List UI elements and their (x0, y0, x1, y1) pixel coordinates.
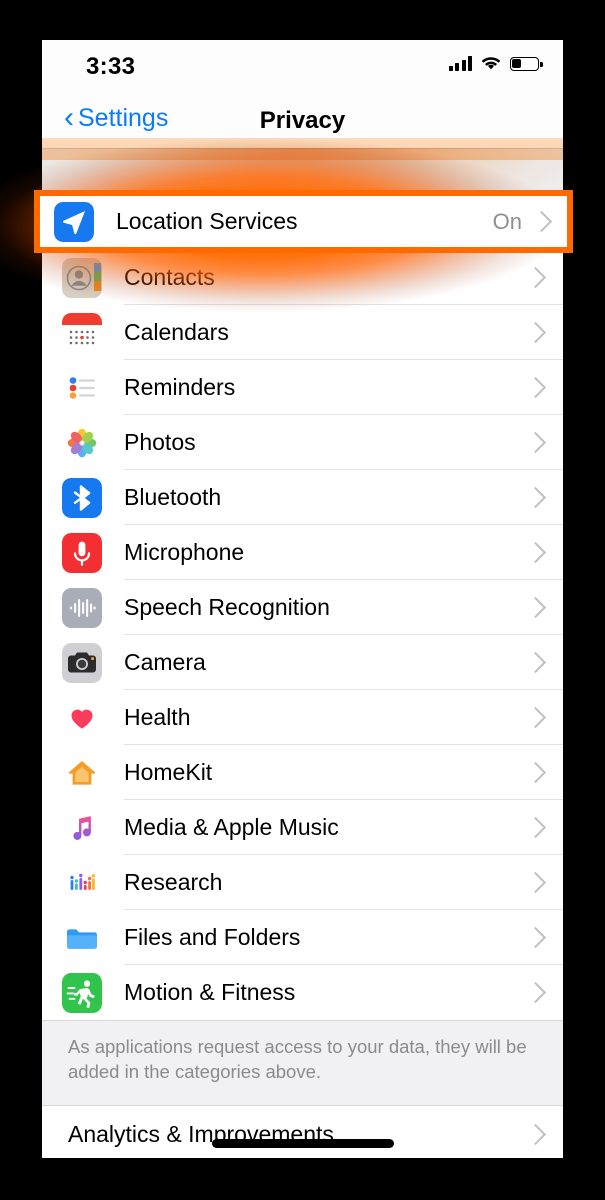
wifi-icon (481, 56, 501, 71)
list-item-label: Photos (124, 429, 196, 455)
contacts-icon (62, 257, 102, 298)
list-item-value: On (492, 208, 522, 234)
list-item-label: Speech Recognition (124, 594, 330, 620)
list-item-microphone[interactable]: Microphone (42, 525, 563, 580)
list-item-label: Bluetooth (124, 484, 222, 510)
bluetooth-icon (62, 477, 102, 518)
privacy-list: Location Services On (42, 195, 563, 1020)
list-item-contacts[interactable]: Contacts (42, 250, 563, 305)
list-item-bluetooth[interactable]: Bluetooth (42, 470, 563, 525)
list-item-media-apple-music[interactable]: Media & Apple Music (42, 800, 563, 855)
chevron-right-icon (524, 761, 547, 784)
chevron-right-icon (524, 706, 547, 729)
bar-chart-icon (62, 862, 102, 903)
list-item-files-and-folders[interactable]: Files and Folders (42, 910, 563, 965)
chevron-right-icon (524, 376, 547, 399)
house-icon (62, 752, 102, 793)
list-item-label: Calendars (124, 319, 229, 345)
status-indicators (448, 56, 543, 71)
list-item-homekit[interactable]: HomeKit (42, 745, 563, 800)
cellular-bars-icon (448, 56, 472, 71)
list-item-health[interactable]: Health (42, 690, 563, 745)
list-item-label: Location Services (116, 208, 298, 234)
list-item-research[interactable]: Research (42, 855, 563, 910)
camera-icon (62, 642, 102, 683)
chevron-right-icon (524, 651, 547, 674)
footer-note-text: As applications request access to your d… (68, 1036, 527, 1082)
nav-bar: ‹ Settings Privacy (42, 92, 563, 148)
folder-icon (62, 917, 102, 958)
list-item-reminders[interactable]: Reminders (42, 360, 563, 415)
calendar-icon (62, 312, 102, 353)
chevron-right-icon (524, 926, 547, 949)
footer-note: As applications request access to your d… (42, 1020, 563, 1105)
list-item-label: Camera (124, 649, 206, 675)
chevron-right-icon (524, 1124, 547, 1146)
status-bar: 3:33 (42, 40, 563, 92)
chevron-right-icon (524, 816, 547, 839)
running-icon (62, 972, 102, 1013)
chevron-right-icon (524, 321, 547, 344)
list-item-label: Media & Apple Music (124, 814, 339, 840)
chevron-right-icon (524, 541, 547, 564)
list-item-speech-recognition[interactable]: Speech Recognition (42, 580, 563, 635)
list-item-label: Files and Folders (124, 924, 301, 950)
list-item-location-services[interactable]: Location Services On (40, 196, 567, 247)
status-clock: 3:33 (86, 53, 136, 80)
chevron-right-icon (524, 486, 547, 509)
chevron-right-icon (524, 871, 547, 894)
section-gap (42, 148, 563, 195)
page-title: Privacy (259, 107, 346, 134)
list-item-camera[interactable]: Camera (42, 635, 563, 690)
music-note-icon (62, 807, 102, 848)
reminders-icon (62, 367, 102, 408)
list-item-label: HomeKit (124, 759, 213, 785)
list-item-label: Research (124, 869, 223, 895)
list-item-label: Health (124, 704, 191, 730)
list-item-motion-and-fitness[interactable]: Motion & Fitness (42, 965, 563, 1020)
chevron-right-icon (524, 431, 547, 454)
list-item-calendars[interactable]: Calendars (42, 305, 563, 360)
list-item-label: Contacts (124, 264, 215, 290)
chevron-right-icon (524, 596, 547, 619)
screenshot-stage: 3:33 ‹ Settings Privacy Contacts Calenda… (0, 0, 605, 1200)
photos-icon (62, 422, 102, 463)
list-item-analytics-improvements[interactable]: Analytics & Improvements (42, 1105, 563, 1158)
heart-icon (62, 697, 102, 738)
chevron-right-icon (530, 210, 553, 233)
list-item-label: Reminders (124, 374, 236, 400)
chevron-right-icon (524, 266, 547, 289)
location-arrow-icon (54, 201, 94, 242)
highlight-box-location-services[interactable]: Location Services On (34, 190, 573, 253)
battery-icon (510, 56, 543, 71)
microphone-icon (62, 532, 102, 573)
chevron-right-icon (524, 981, 547, 1004)
bottom-section: Analytics & Improvements (42, 1104, 563, 1158)
list-item-label: Microphone (124, 539, 245, 565)
list-item-photos[interactable]: Photos (42, 415, 563, 470)
home-indicator (211, 1139, 394, 1148)
list-item-label: Motion & Fitness (124, 979, 296, 1005)
waveform-icon (62, 587, 102, 628)
